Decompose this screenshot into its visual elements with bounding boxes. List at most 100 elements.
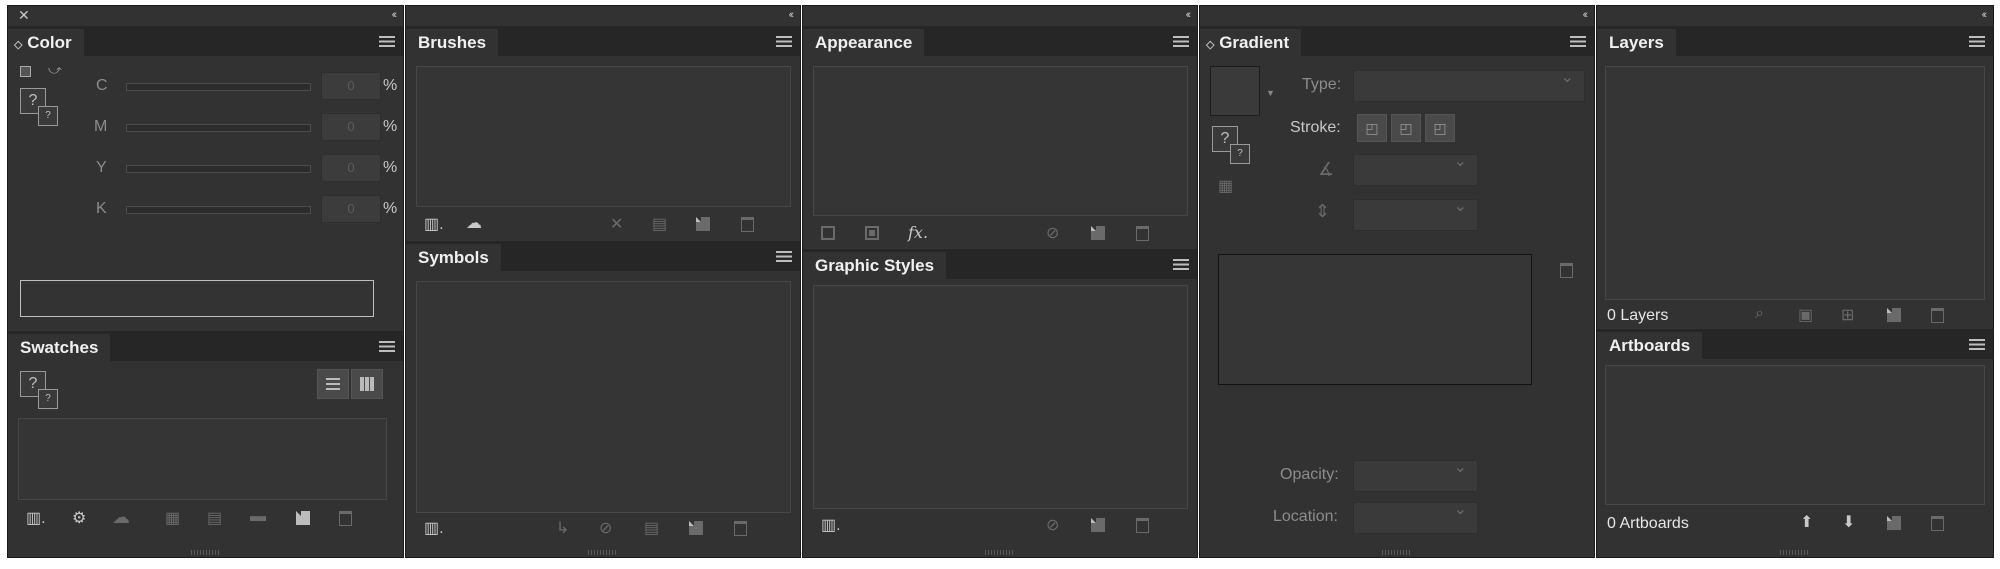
new-symbol-icon[interactable] [689, 521, 703, 535]
type-dropdown[interactable] [1353, 67, 1585, 102]
new-color-group-icon[interactable]: ▬ [250, 508, 266, 526]
delete-artboard-trash-icon[interactable] [1931, 516, 1944, 531]
tab-layers[interactable]: Layers [1597, 29, 1676, 56]
color-spectrum-bar[interactable] [20, 280, 374, 317]
angle-dropdown[interactable] [1353, 151, 1478, 186]
brush-options-icon[interactable]: ▤ [652, 214, 667, 234]
resize-grip[interactable] [1382, 550, 1412, 555]
swatch-stroke-unknown[interactable]: ? [38, 389, 58, 409]
graphic-style-library-icon[interactable]: ▥. [821, 515, 841, 535]
channel-y-slider[interactable] [126, 165, 311, 173]
reverse-gradient-icon[interactable]: ▦ [1218, 176, 1233, 196]
resize-grip[interactable] [190, 550, 221, 555]
color-panel-menu-icon[interactable] [379, 36, 395, 47]
channel-k-input[interactable]: 0 [321, 195, 381, 223]
stroke-unknown-swatch[interactable]: ? [38, 106, 58, 126]
locate-object-icon[interactable]: ⌕ [1755, 305, 1764, 323]
collapse-icon[interactable]: ‹‹ [789, 9, 795, 21]
symbol-library-icon[interactable]: ▥. [424, 518, 444, 538]
brushes-panel-menu-icon[interactable] [776, 36, 792, 47]
tab-swatches[interactable]: Swatches [8, 334, 111, 361]
break-style-link-icon[interactable]: ⊘ [1046, 515, 1059, 535]
expand-toggle-icon[interactable]: ◇ [14, 39, 22, 51]
stroke-across-button[interactable]: ◰ [1425, 114, 1455, 142]
make-clipping-mask-icon[interactable]: ▣ [1798, 305, 1813, 325]
channel-c-slider[interactable] [126, 83, 311, 91]
swatches-panel-tabbar: Swatches [8, 331, 403, 361]
resize-grip[interactable] [985, 550, 1015, 555]
tab-brushes[interactable]: Brushes [406, 29, 499, 56]
grid-view-button[interactable] [351, 369, 383, 399]
move-down-arrow-icon[interactable]: ⬇ [1842, 512, 1855, 532]
expand-toggle-icon[interactable]: ◇ [1206, 39, 1214, 51]
symbols-panel-menu-icon[interactable] [776, 251, 792, 262]
tab-color[interactable]: ◇ Color [8, 29, 84, 56]
show-swatch-kinds-icon[interactable]: ⚙ [72, 508, 86, 528]
add-effect-fx-icon[interactable]: fx. [908, 223, 928, 242]
tab-appearance[interactable]: Appearance [803, 29, 925, 56]
create-sublayer-icon[interactable]: ⊞ [1841, 305, 1854, 325]
gradient-stroke-unknown[interactable]: ? [1230, 144, 1250, 164]
add-fill-icon[interactable] [865, 226, 879, 240]
delete-appearance-trash-icon[interactable] [1136, 226, 1149, 241]
resize-grip[interactable] [1780, 550, 1810, 555]
channel-c-input[interactable]: 0 [321, 72, 381, 100]
gradient-panel-menu-icon[interactable] [1570, 36, 1586, 47]
delete-brush-trash-icon[interactable] [741, 217, 754, 232]
swatches-panel-menu-icon[interactable] [379, 341, 395, 352]
brush-library-icon[interactable]: ▥. [424, 214, 444, 234]
remove-brush-stroke-icon[interactable]: ✕ [610, 214, 623, 234]
libraries-panel-icon[interactable]: ☁ [466, 213, 482, 233]
opacity-dropdown[interactable] [1353, 457, 1478, 492]
stroke-along-button[interactable]: ◰ [1391, 114, 1421, 142]
gradient-slider-area[interactable] [1218, 254, 1532, 385]
list-view-button[interactable] [317, 369, 349, 399]
swatch-library-icon[interactable]: ▥. [26, 508, 46, 528]
resize-grip[interactable] [588, 550, 618, 555]
channel-y-input[interactable]: 0 [321, 154, 381, 182]
collapse-icon[interactable]: ‹‹ [1982, 9, 1988, 21]
location-dropdown[interactable] [1353, 499, 1478, 534]
duplicate-item-icon[interactable] [1091, 226, 1105, 240]
swap-fill-stroke-icon[interactable] [20, 66, 31, 77]
collapse-icon[interactable]: ‹‹ [392, 9, 398, 21]
graphic-styles-panel-menu-icon[interactable] [1173, 259, 1189, 270]
move-up-arrow-icon[interactable]: ⬆ [1800, 512, 1813, 532]
channel-m-slider[interactable] [126, 124, 311, 132]
close-icon[interactable]: ✕ [18, 7, 30, 24]
channel-k-slider[interactable] [126, 206, 311, 214]
gradient-dropdown-arrow-icon[interactable]: ▼ [1266, 88, 1275, 98]
delete-stop-trash-icon[interactable] [1560, 263, 1573, 278]
new-brush-icon[interactable] [696, 217, 710, 231]
cloud-sync-icon[interactable]: ☁ [112, 507, 130, 528]
symbol-options-icon[interactable]: ▤ [644, 518, 659, 538]
collapse-icon[interactable]: ‹‹ [1583, 9, 1589, 21]
new-graphic-style-icon[interactable] [1091, 518, 1105, 532]
appearance-panel-menu-icon[interactable] [1173, 36, 1189, 47]
stroke-within-button[interactable]: ◰ [1357, 114, 1387, 142]
aspect-ratio-dropdown[interactable] [1353, 196, 1478, 231]
delete-symbol-trash-icon[interactable] [734, 521, 747, 536]
delete-swatch-trash-icon[interactable] [339, 511, 352, 526]
place-symbol-instance-icon[interactable]: ↳ [556, 518, 569, 538]
layers-panel-menu-icon[interactable] [1969, 36, 1985, 47]
add-stroke-icon[interactable] [821, 226, 835, 240]
new-layer-icon[interactable] [1887, 308, 1901, 322]
color-group-options-icon[interactable]: ▤ [207, 508, 222, 528]
delete-layer-trash-icon[interactable] [1931, 308, 1944, 323]
new-artboard-icon[interactable] [1887, 516, 1901, 530]
tab-artboards[interactable]: Artboards [1597, 332, 1703, 359]
artboards-panel-menu-icon[interactable] [1969, 339, 1985, 350]
break-link-icon[interactable]: ⊘ [599, 518, 612, 538]
tab-symbols[interactable]: Symbols [406, 244, 501, 271]
delete-graphic-style-trash-icon[interactable] [1136, 518, 1149, 533]
tab-gradient[interactable]: ◇ Gradient [1200, 29, 1302, 56]
collapse-icon[interactable]: ‹‹ [1186, 9, 1192, 21]
channel-m-input[interactable]: 0 [321, 113, 381, 141]
clear-appearance-icon[interactable]: ⊘ [1046, 223, 1059, 243]
tab-graphic-styles[interactable]: Graphic Styles [803, 252, 947, 279]
gradient-preview-swatch[interactable] [1210, 66, 1260, 116]
new-swatch-icon[interactable] [296, 511, 310, 525]
swap-arrow-icon[interactable]: ⤻ [48, 62, 62, 78]
swatch-options-icon[interactable]: ▦ [165, 508, 180, 528]
